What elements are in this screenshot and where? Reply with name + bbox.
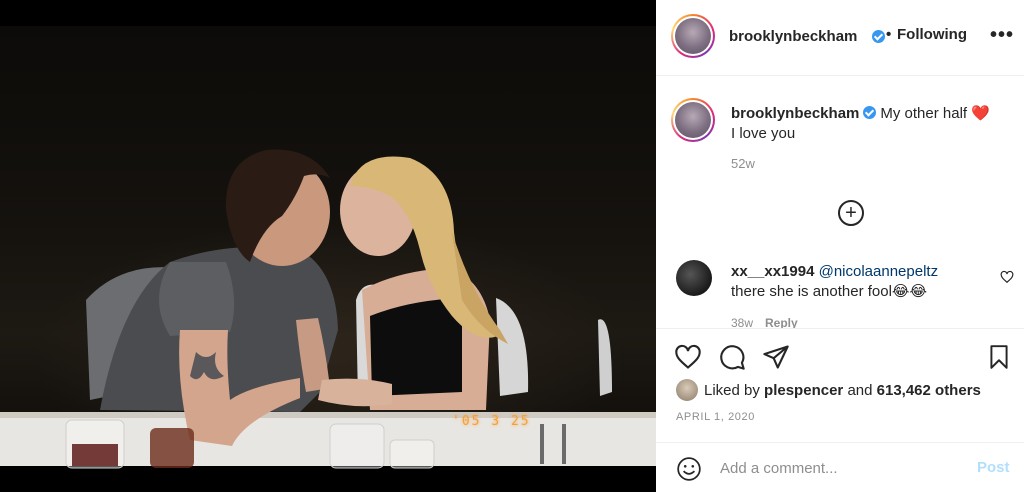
- avatar[interactable]: [671, 14, 715, 58]
- caption-age[interactable]: 52w: [731, 156, 755, 171]
- add-comment-bar: Post: [656, 442, 1024, 492]
- caption-username[interactable]: brooklynbeckham: [731, 105, 859, 122]
- likes-and: and: [847, 381, 873, 399]
- post-side-panel: brooklynbeckham • Following ••• brooklyn…: [656, 0, 1024, 492]
- heart-icon[interactable]: [674, 343, 702, 371]
- post-comment-button[interactable]: Post: [977, 459, 1010, 476]
- comment-mention[interactable]: @nicolaannepeltz: [819, 263, 938, 280]
- comments-list: xx__xx1994 @nicolaannepeltz there she is…: [656, 258, 1024, 328]
- comment-username[interactable]: xx__xx1994: [731, 263, 814, 280]
- comment-avatar[interactable]: [676, 260, 712, 296]
- verified-badge-icon: [863, 106, 877, 119]
- add-comment-input[interactable]: [720, 455, 960, 481]
- heart-emoji: ❤️: [971, 105, 990, 122]
- header-separator: •: [886, 26, 892, 43]
- photo-date-stamp: '05 3 25: [452, 414, 531, 429]
- following-button[interactable]: Following: [897, 26, 967, 43]
- post-header: brooklynbeckham • Following •••: [656, 0, 1024, 76]
- post-date[interactable]: APRIL 1, 2020: [676, 411, 755, 423]
- caption-line2: I love you: [731, 125, 796, 142]
- more-options-icon[interactable]: •••: [990, 24, 1014, 47]
- comment-text: xx__xx1994 @nicolaannepeltz there she is…: [731, 262, 991, 302]
- liker-username[interactable]: plespencer: [764, 382, 843, 399]
- reply-button[interactable]: Reply: [765, 316, 798, 328]
- share-icon[interactable]: [762, 343, 790, 371]
- photo-scene: [0, 149, 656, 469]
- comment-age: 38w: [731, 316, 754, 328]
- likes-prefix: Liked by: [704, 381, 760, 399]
- smiley-icon[interactable]: [676, 456, 702, 482]
- liker-avatar: [676, 379, 698, 401]
- caption-body: My other half: [880, 105, 968, 122]
- comment-meta: 38w Reply: [731, 316, 798, 328]
- post-actions: Liked by plespencer and 613,462 others A…: [656, 328, 1024, 453]
- header-username[interactable]: brooklynbeckham: [729, 28, 857, 45]
- likes-count[interactable]: 613,462 others: [877, 382, 981, 399]
- comment-body: there she is another fool😂😂: [731, 283, 927, 300]
- comment-like-heart-icon[interactable]: [1000, 270, 1014, 284]
- caption-text: brooklynbeckham My other half ❤️ I love y…: [731, 104, 1016, 144]
- post-photo[interactable]: '05 3 25: [0, 0, 656, 492]
- likes-summary[interactable]: Liked by plespencer and 613,462 others: [676, 379, 981, 401]
- caption-avatar[interactable]: [671, 98, 715, 142]
- comment-icon[interactable]: [718, 343, 746, 371]
- plus-circle-icon[interactable]: +: [838, 200, 864, 226]
- bookmark-icon[interactable]: [986, 343, 1012, 371]
- verified-badge-icon: [872, 30, 885, 43]
